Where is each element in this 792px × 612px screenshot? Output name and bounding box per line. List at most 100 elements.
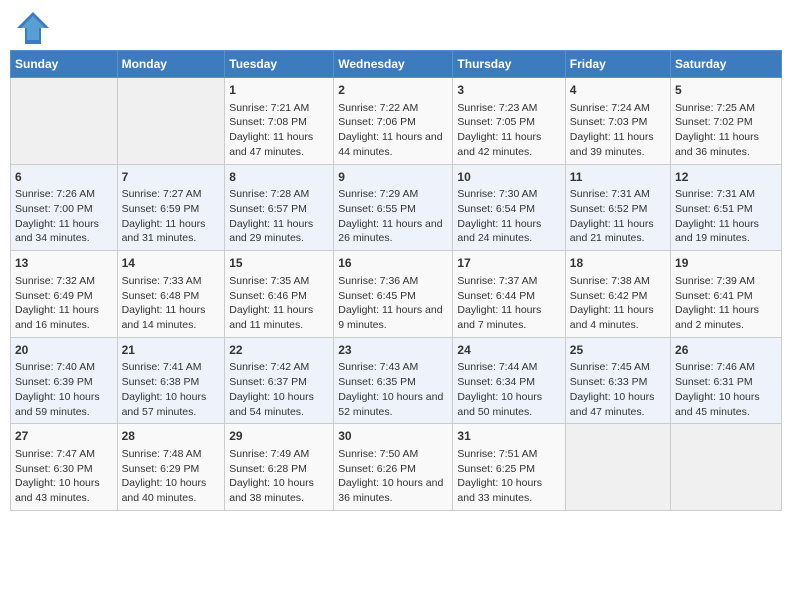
day-info: Sunrise: 7:33 AM Sunset: 6:48 PM Dayligh… <box>122 274 221 333</box>
weekday-header-tuesday: Tuesday <box>225 51 334 78</box>
calendar-cell: 20Sunrise: 7:40 AM Sunset: 6:39 PM Dayli… <box>11 337 118 424</box>
calendar-cell: 29 Sunrise: 7:49 AM Sunset: 6:28 PM Dayli… <box>225 424 334 511</box>
calendar-cell: 15Sunrise: 7:35 AM Sunset: 6:46 PM Dayli… <box>225 251 334 338</box>
day-number: 2 <box>338 82 448 99</box>
day-number: 13 <box>15 255 113 272</box>
logo-icon <box>15 10 45 40</box>
day-number: 17 <box>457 255 560 272</box>
calendar-cell: 2 Sunrise: 7:22 AM Sunset: 7:06 PM Daylig… <box>334 78 453 165</box>
day-number: 23 <box>338 342 448 359</box>
calendar-cell: 23Sunrise: 7:43 AM Sunset: 6:35 PM Dayli… <box>334 337 453 424</box>
day-number: 31 <box>457 428 560 445</box>
day-number: 25 <box>570 342 666 359</box>
day-info: Sunrise: 7:43 AM Sunset: 6:35 PM Dayligh… <box>338 360 448 419</box>
calendar-cell: 22Sunrise: 7:42 AM Sunset: 6:37 PM Dayli… <box>225 337 334 424</box>
weekday-header-thursday: Thursday <box>453 51 565 78</box>
calendar-body: 1 Sunrise: 7:21 AM Sunset: 7:08 PM Daylig… <box>11 78 782 511</box>
calendar-cell: 27 Sunrise: 7:47 AM Sunset: 6:30 PM Dayli… <box>11 424 118 511</box>
day-info: Sunrise: 7:48 AM Sunset: 6:29 PM Dayligh… <box>122 447 221 506</box>
day-info: Sunrise: 7:46 AM Sunset: 6:31 PM Dayligh… <box>675 360 777 419</box>
day-info: Sunrise: 7:22 AM Sunset: 7:06 PM Dayligh… <box>338 101 448 160</box>
weekday-header-friday: Friday <box>565 51 670 78</box>
day-info: Sunrise: 7:36 AM Sunset: 6:45 PM Dayligh… <box>338 274 448 333</box>
day-number: 7 <box>122 169 221 186</box>
calendar-cell: 25Sunrise: 7:45 AM Sunset: 6:33 PM Dayli… <box>565 337 670 424</box>
day-number: 3 <box>457 82 560 99</box>
day-number: 11 <box>570 169 666 186</box>
weekday-header-monday: Monday <box>117 51 225 78</box>
calendar-cell: 18 Sunrise: 7:38 AM Sunset: 6:42 PM Dayli… <box>565 251 670 338</box>
calendar-cell: 9Sunrise: 7:29 AM Sunset: 6:55 PM Daylig… <box>334 164 453 251</box>
weekday-header-sunday: Sunday <box>11 51 118 78</box>
day-info: Sunrise: 7:42 AM Sunset: 6:37 PM Dayligh… <box>229 360 329 419</box>
calendar-cell <box>11 78 118 165</box>
day-info: Sunrise: 7:26 AM Sunset: 7:00 PM Dayligh… <box>15 187 113 246</box>
day-number: 1 <box>229 82 329 99</box>
day-info: Sunrise: 7:37 AM Sunset: 6:44 PM Dayligh… <box>457 274 560 333</box>
day-number: 26 <box>675 342 777 359</box>
calendar-header: SundayMondayTuesdayWednesdayThursdayFrid… <box>11 51 782 78</box>
day-number: 19 <box>675 255 777 272</box>
calendar-cell <box>671 424 782 511</box>
calendar-cell: 8Sunrise: 7:28 AM Sunset: 6:57 PM Daylig… <box>225 164 334 251</box>
day-number: 21 <box>122 342 221 359</box>
calendar-cell: 19 Sunrise: 7:39 AM Sunset: 6:41 PM Dayli… <box>671 251 782 338</box>
day-number: 14 <box>122 255 221 272</box>
day-info: Sunrise: 7:38 AM Sunset: 6:42 PM Dayligh… <box>570 274 666 333</box>
calendar-cell: 4Sunrise: 7:24 AM Sunset: 7:03 PM Daylig… <box>565 78 670 165</box>
calendar-cell: 1 Sunrise: 7:21 AM Sunset: 7:08 PM Daylig… <box>225 78 334 165</box>
day-info: Sunrise: 7:40 AM Sunset: 6:39 PM Dayligh… <box>15 360 113 419</box>
weekday-header-saturday: Saturday <box>671 51 782 78</box>
calendar-cell <box>565 424 670 511</box>
day-info: Sunrise: 7:21 AM Sunset: 7:08 PM Dayligh… <box>229 101 329 160</box>
calendar-cell: 11Sunrise: 7:31 AM Sunset: 6:52 PM Dayli… <box>565 164 670 251</box>
calendar-cell: 5 Sunrise: 7:25 AM Sunset: 7:02 PM Daylig… <box>671 78 782 165</box>
calendar-cell: 24Sunrise: 7:44 AM Sunset: 6:34 PM Dayli… <box>453 337 565 424</box>
calendar-cell: 16 Sunrise: 7:36 AM Sunset: 6:45 PM Dayli… <box>334 251 453 338</box>
day-number: 18 <box>570 255 666 272</box>
day-number: 22 <box>229 342 329 359</box>
day-number: 4 <box>570 82 666 99</box>
day-info: Sunrise: 7:27 AM Sunset: 6:59 PM Dayligh… <box>122 187 221 246</box>
week-row-5: 27 Sunrise: 7:47 AM Sunset: 6:30 PM Dayli… <box>11 424 782 511</box>
day-info: Sunrise: 7:47 AM Sunset: 6:30 PM Dayligh… <box>15 447 113 506</box>
day-number: 20 <box>15 342 113 359</box>
calendar-cell: 12Sunrise: 7:31 AM Sunset: 6:51 PM Dayli… <box>671 164 782 251</box>
calendar-cell: 7Sunrise: 7:27 AM Sunset: 6:59 PM Daylig… <box>117 164 225 251</box>
day-number: 8 <box>229 169 329 186</box>
day-number: 12 <box>675 169 777 186</box>
day-info: Sunrise: 7:23 AM Sunset: 7:05 PM Dayligh… <box>457 101 560 160</box>
calendar-cell: 17 Sunrise: 7:37 AM Sunset: 6:44 PM Dayli… <box>453 251 565 338</box>
calendar-cell: 31 Sunrise: 7:51 AM Sunset: 6:25 PM Dayli… <box>453 424 565 511</box>
day-info: Sunrise: 7:49 AM Sunset: 6:28 PM Dayligh… <box>229 447 329 506</box>
calendar-cell: 28 Sunrise: 7:48 AM Sunset: 6:29 PM Dayli… <box>117 424 225 511</box>
calendar-cell: 3 Sunrise: 7:23 AM Sunset: 7:05 PM Daylig… <box>453 78 565 165</box>
day-number: 6 <box>15 169 113 186</box>
day-info: Sunrise: 7:51 AM Sunset: 6:25 PM Dayligh… <box>457 447 560 506</box>
day-info: Sunrise: 7:31 AM Sunset: 6:51 PM Dayligh… <box>675 187 777 246</box>
day-number: 5 <box>675 82 777 99</box>
day-number: 29 <box>229 428 329 445</box>
calendar-cell: 26Sunrise: 7:46 AM Sunset: 6:31 PM Dayli… <box>671 337 782 424</box>
week-row-3: 13Sunrise: 7:32 AM Sunset: 6:49 PM Dayli… <box>11 251 782 338</box>
day-number: 30 <box>338 428 448 445</box>
day-info: Sunrise: 7:45 AM Sunset: 6:33 PM Dayligh… <box>570 360 666 419</box>
day-info: Sunrise: 7:31 AM Sunset: 6:52 PM Dayligh… <box>570 187 666 246</box>
day-info: Sunrise: 7:41 AM Sunset: 6:38 PM Dayligh… <box>122 360 221 419</box>
calendar-cell: 13Sunrise: 7:32 AM Sunset: 6:49 PM Dayli… <box>11 251 118 338</box>
page-header <box>10 10 782 40</box>
day-number: 16 <box>338 255 448 272</box>
week-row-2: 6Sunrise: 7:26 AM Sunset: 7:00 PM Daylig… <box>11 164 782 251</box>
calendar-cell: 10Sunrise: 7:30 AM Sunset: 6:54 PM Dayli… <box>453 164 565 251</box>
day-number: 28 <box>122 428 221 445</box>
day-info: Sunrise: 7:25 AM Sunset: 7:02 PM Dayligh… <box>675 101 777 160</box>
day-info: Sunrise: 7:39 AM Sunset: 6:41 PM Dayligh… <box>675 274 777 333</box>
day-info: Sunrise: 7:28 AM Sunset: 6:57 PM Dayligh… <box>229 187 329 246</box>
day-info: Sunrise: 7:44 AM Sunset: 6:34 PM Dayligh… <box>457 360 560 419</box>
day-number: 10 <box>457 169 560 186</box>
day-info: Sunrise: 7:35 AM Sunset: 6:46 PM Dayligh… <box>229 274 329 333</box>
calendar-cell <box>117 78 225 165</box>
day-number: 27 <box>15 428 113 445</box>
calendar-cell: 14 Sunrise: 7:33 AM Sunset: 6:48 PM Dayli… <box>117 251 225 338</box>
week-row-4: 20Sunrise: 7:40 AM Sunset: 6:39 PM Dayli… <box>11 337 782 424</box>
